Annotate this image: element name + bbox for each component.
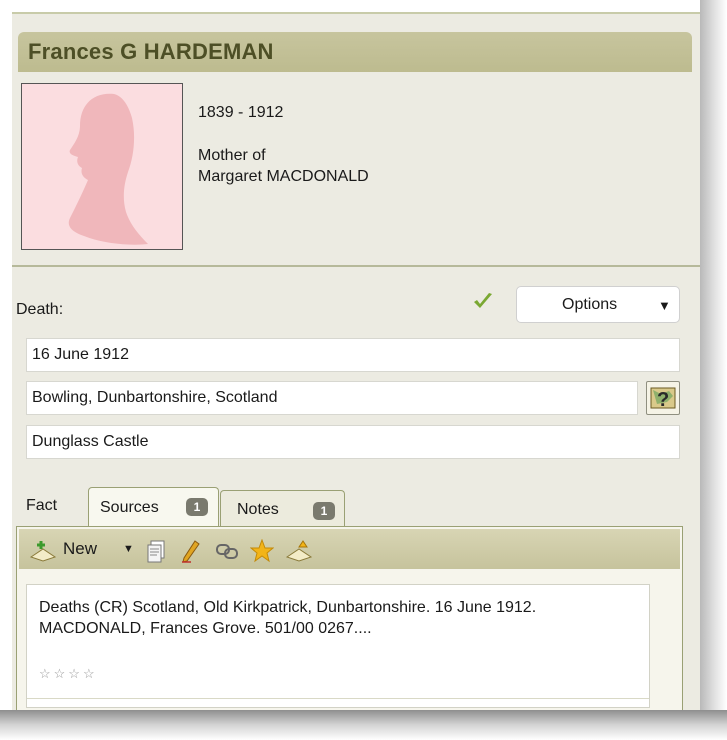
dropdown-icon[interactable]: ▼ [123,543,134,555]
silhouette-icon [68,93,148,245]
place-field[interactable]: Bowling, Dunbartonshire, Scotland [26,381,638,415]
divider [12,265,700,267]
sources-panel: New ▼ Deaths (CR) Scotland, Old Kirkpatr… [16,526,683,710]
star-icon[interactable] [249,538,275,563]
tab-fact[interactable]: Fact [26,497,57,515]
fact-type-label: Death: [16,301,64,318]
tab-sources-label: Sources [100,499,159,516]
person-name: Frances G HARDEMAN [18,32,692,72]
life-dates: 1839 - 1912 [198,104,284,121]
check-icon[interactable] [471,289,495,313]
window-shadow-right [700,0,727,740]
pencil-icon[interactable] [179,539,203,563]
options-button[interactable]: Options ▼ [516,286,680,323]
tab-notes[interactable]: Notes 1 [220,490,345,527]
sources-count-badge: 1 [186,498,208,516]
relation-line-1: Mother of [198,147,266,164]
options-label: Options [562,296,618,313]
source-citation-text: Deaths (CR) Scotland, Old Kirkpatrick, D… [39,599,537,637]
chevron-down-icon: ▼ [658,298,671,313]
new-button[interactable]: New [63,539,97,559]
description-field[interactable]: Dunglass Castle [26,425,680,459]
svg-text:?: ? [657,389,669,411]
notes-count-badge: 1 [313,502,335,520]
sources-toolbar: New ▼ [19,529,680,569]
source-add-icon[interactable] [285,539,313,563]
help-map-icon[interactable]: ? [646,381,680,415]
tab-sources[interactable]: Sources 1 [88,487,219,527]
date-field[interactable]: 16 June 1912 [26,338,680,372]
card-divider [27,698,649,699]
new-source-icon[interactable] [29,539,57,563]
rating-stars[interactable]: ☆☆☆☆ [39,666,98,682]
person-photo[interactable] [21,83,183,250]
tab-notes-label: Notes [237,501,279,518]
window-shadow-bottom [0,710,727,740]
document-icon[interactable] [145,539,169,563]
relation-line-2[interactable]: Margaret MACDONALD [198,166,369,187]
source-citation-card[interactable]: Deaths (CR) Scotland, Old Kirkpatrick, D… [26,584,650,708]
link-icon[interactable] [215,539,239,563]
relationship-text: Mother of Margaret MACDONALD [198,145,369,187]
